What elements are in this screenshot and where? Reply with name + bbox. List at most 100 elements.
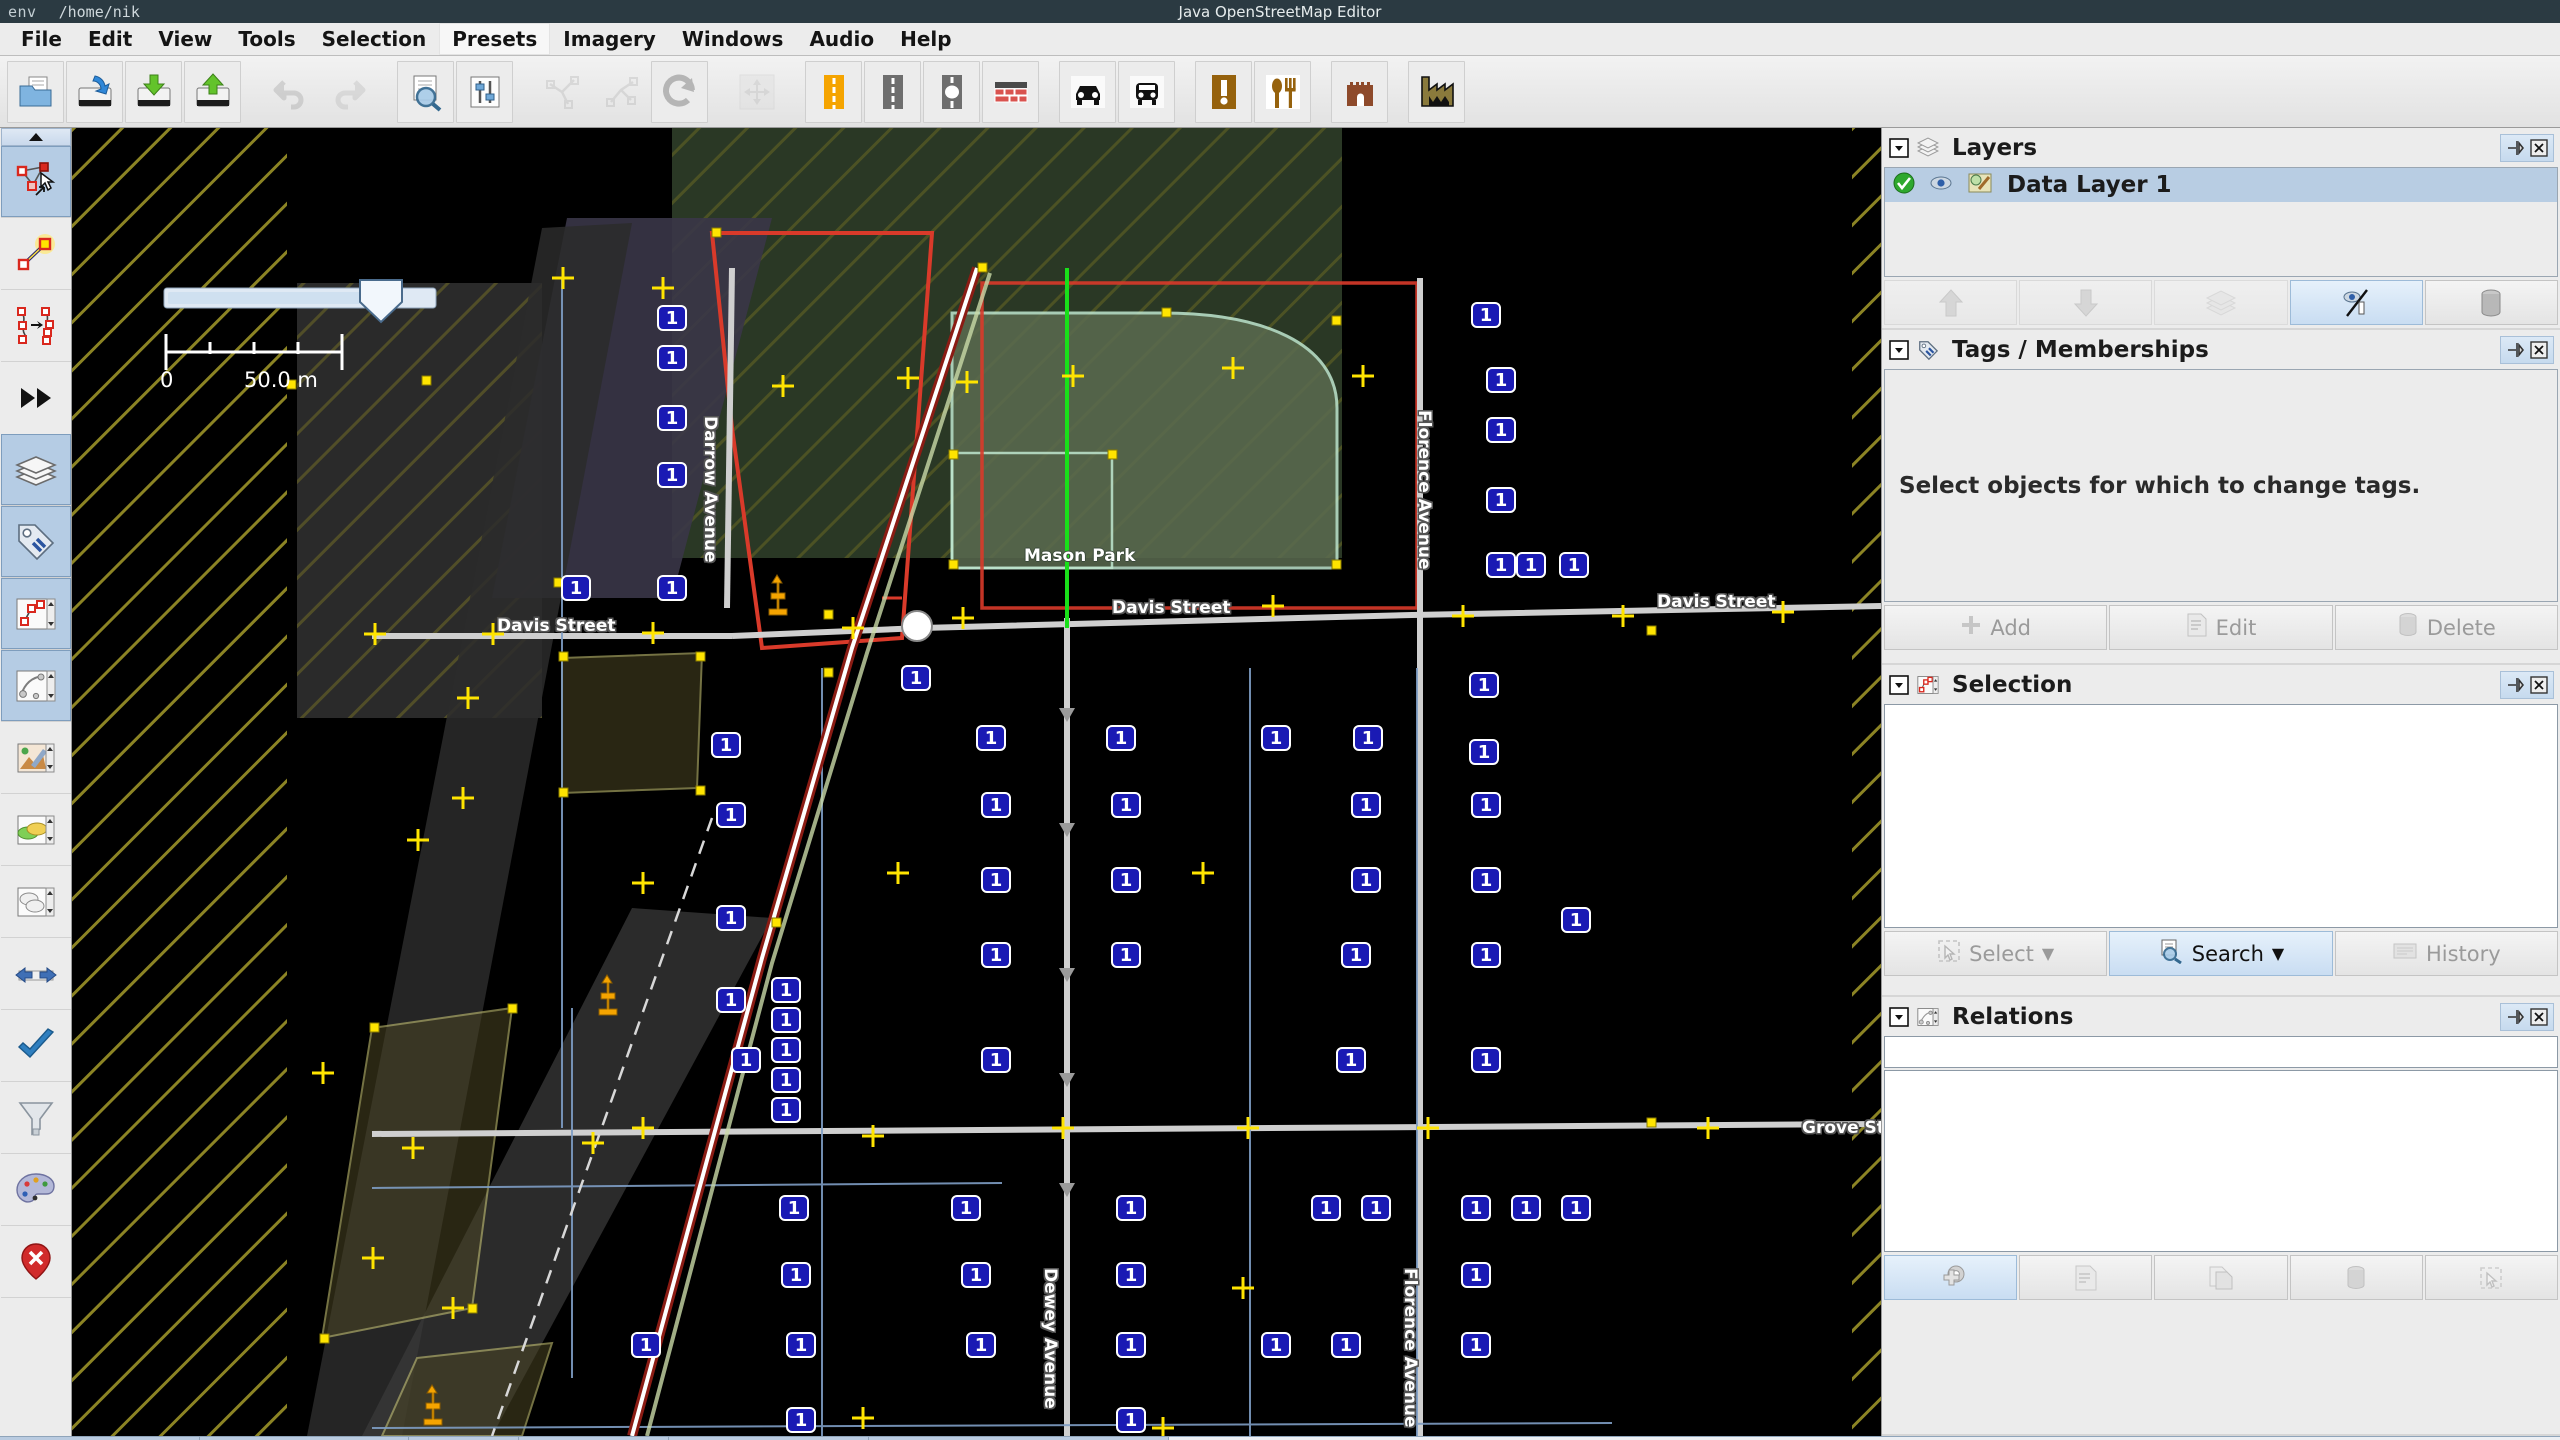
panel-collapse-icon[interactable]: [1888, 137, 1910, 159]
window-title: Java OpenStreetMap Editor: [1178, 2, 1382, 21]
history-button[interactable]: History: [2334, 931, 2558, 976]
toggle-visibility-button[interactable]: [2289, 280, 2423, 325]
panel-collapse-icon[interactable]: [1888, 674, 1910, 696]
panel-close-icon[interactable]: [2528, 137, 2550, 159]
delete-layer-button[interactable]: [2424, 280, 2559, 325]
panel-dock-icon[interactable]: [2504, 674, 2526, 696]
building-icon[interactable]: [982, 60, 1039, 123]
tool-notes-dialog[interactable]: [0, 866, 71, 938]
menu-windows[interactable]: Windows: [669, 23, 797, 55]
traffic-calming-icon[interactable]: [923, 60, 980, 123]
park-label: Mason Park: [1024, 546, 1136, 566]
industrial-icon[interactable]: [1408, 60, 1465, 123]
add-tag-button[interactable]: Add: [1884, 605, 2108, 650]
delete-tag-button[interactable]: Delete: [2334, 605, 2558, 650]
search-preset-icon[interactable]: [397, 60, 454, 123]
layer-row[interactable]: Data Layer 1: [1885, 168, 2557, 202]
merge-layer-button[interactable]: [2154, 280, 2288, 325]
attraction-icon[interactable]: [1195, 60, 1252, 123]
duplicate-relation-button[interactable]: [2154, 1255, 2288, 1300]
parking-car-icon[interactable]: [1059, 60, 1116, 123]
chevron-down-icon[interactable]: ▼: [2272, 944, 2284, 963]
tool-filter-dialog[interactable]: [0, 1082, 71, 1154]
relations-filter-input[interactable]: [1884, 1036, 2558, 1068]
address-point-label: 1: [1270, 728, 1283, 749]
edit-relation-button[interactable]: [2019, 1255, 2153, 1300]
menu-selection[interactable]: Selection: [309, 23, 440, 55]
move-layer-up-button[interactable]: [1884, 280, 2018, 325]
tool-relations-dialog[interactable]: [0, 650, 71, 722]
edit-tag-button[interactable]: Edit: [2109, 605, 2333, 650]
tool-changeset-dialog[interactable]: [0, 794, 71, 866]
layer-name: Data Layer 1: [2007, 172, 2172, 198]
download-from-osm-icon[interactable]: [66, 60, 123, 123]
collapse-up-icon[interactable]: [0, 128, 71, 146]
panel-collapse-icon[interactable]: [1888, 339, 1910, 361]
tool-improve-way-accuracy[interactable]: [0, 290, 71, 362]
menu-presets[interactable]: Presets: [439, 23, 551, 55]
menu-help[interactable]: Help: [887, 23, 964, 55]
menu-edit[interactable]: Edit: [75, 23, 145, 55]
relation-icon: [1917, 1006, 1939, 1028]
panel-dock-icon[interactable]: [2504, 137, 2526, 159]
panel-close-icon[interactable]: [2528, 339, 2550, 361]
tool-todo-list[interactable]: [0, 1226, 71, 1298]
toolbar-separator: [710, 61, 726, 123]
move-layer-down-button[interactable]: [2019, 280, 2153, 325]
panel-dock-icon[interactable]: [2504, 1006, 2526, 1028]
tool-conflict-dialog[interactable]: [0, 938, 71, 1010]
menu-tools[interactable]: Tools: [225, 23, 308, 55]
highway-residential-icon[interactable]: [805, 60, 862, 123]
castle-icon[interactable]: [1331, 60, 1388, 123]
relations-list[interactable]: [1884, 1070, 2558, 1252]
tool-map-paint-styles[interactable]: [0, 1154, 71, 1226]
address-point-label: 1: [720, 735, 733, 756]
address-point-label: 1: [725, 908, 738, 929]
selection-list[interactable]: [1884, 704, 2558, 928]
menu-file[interactable]: File: [8, 23, 75, 55]
tool-layers-dialog[interactable]: [0, 434, 71, 506]
panel-close-icon[interactable]: [2528, 1006, 2550, 1028]
chevron-down-icon[interactable]: ▼: [2042, 944, 2054, 963]
bus-stop-icon[interactable]: [1118, 60, 1175, 123]
menu-view[interactable]: View: [145, 23, 225, 55]
tool-draw-node[interactable]: [0, 218, 71, 290]
panel-title: Relations: [1952, 1003, 2074, 1030]
select-button[interactable]: Select ▼: [1884, 931, 2108, 976]
address-point-label: 1: [1120, 795, 1133, 816]
panel-dock-icon[interactable]: [2504, 339, 2526, 361]
reverse-way-icon[interactable]: [651, 60, 708, 123]
menu-imagery[interactable]: Imagery: [550, 23, 669, 55]
tool-selection-dialog[interactable]: [0, 578, 71, 650]
layer-enabled-checkmark[interactable]: [1893, 172, 1915, 199]
menu-audio[interactable]: Audio: [796, 23, 887, 55]
tool-authors-dialog[interactable]: [0, 722, 71, 794]
save-icon[interactable]: [125, 60, 182, 123]
upload-icon[interactable]: [184, 60, 241, 123]
tool-more-tools[interactable]: [0, 362, 71, 434]
menu-bar: File Edit View Tools Selection Presets I…: [0, 23, 2560, 56]
panel-close-icon[interactable]: [2528, 674, 2550, 696]
new-relation-button[interactable]: [1884, 1255, 2018, 1300]
edit-icon: [2186, 613, 2208, 642]
tool-validator-dialog[interactable]: [0, 1010, 71, 1082]
delete-relation-button[interactable]: [2289, 1255, 2423, 1300]
tool-tags-dialog[interactable]: [0, 506, 71, 578]
highway-service-icon[interactable]: [864, 60, 921, 123]
address-point-label: 1: [790, 1265, 803, 1286]
restaurant-icon[interactable]: [1254, 60, 1311, 123]
tags-empty-message: Select objects for which to change tags.: [1899, 472, 2421, 499]
layer-type-icon: [1967, 171, 1993, 200]
preferences-icon[interactable]: [456, 60, 513, 123]
address-point-label: 1: [990, 870, 1003, 891]
map-rendering[interactable]: 1 1 1 1 1 1 1 1 1 1 1 1 1 1 1 1 1 1 1 1 1 1 1 1 1 1 1 1 1 1 1 1 1 1 1 1 1 1 1 1…: [72, 128, 1881, 1436]
address-point-label: 1: [1470, 1265, 1483, 1286]
layer-visibility-eye-icon[interactable]: [1929, 173, 1953, 197]
open-file-icon[interactable]: [7, 60, 64, 123]
map-canvas[interactable]: 1 1 1 1 1 1 1 1 1 1 1 1 1 1 1 1 1 1 1 1 1 1 1 1 1 1 1 1 1 1 1 1 1 1 1 1 1 1 1 1…: [72, 128, 1881, 1436]
search-button[interactable]: Search ▼: [2109, 931, 2333, 976]
address-point-label: 1: [666, 408, 679, 429]
select-relation-button[interactable]: [2424, 1255, 2559, 1300]
panel-collapse-icon[interactable]: [1888, 1006, 1910, 1028]
tool-select[interactable]: [0, 146, 71, 218]
